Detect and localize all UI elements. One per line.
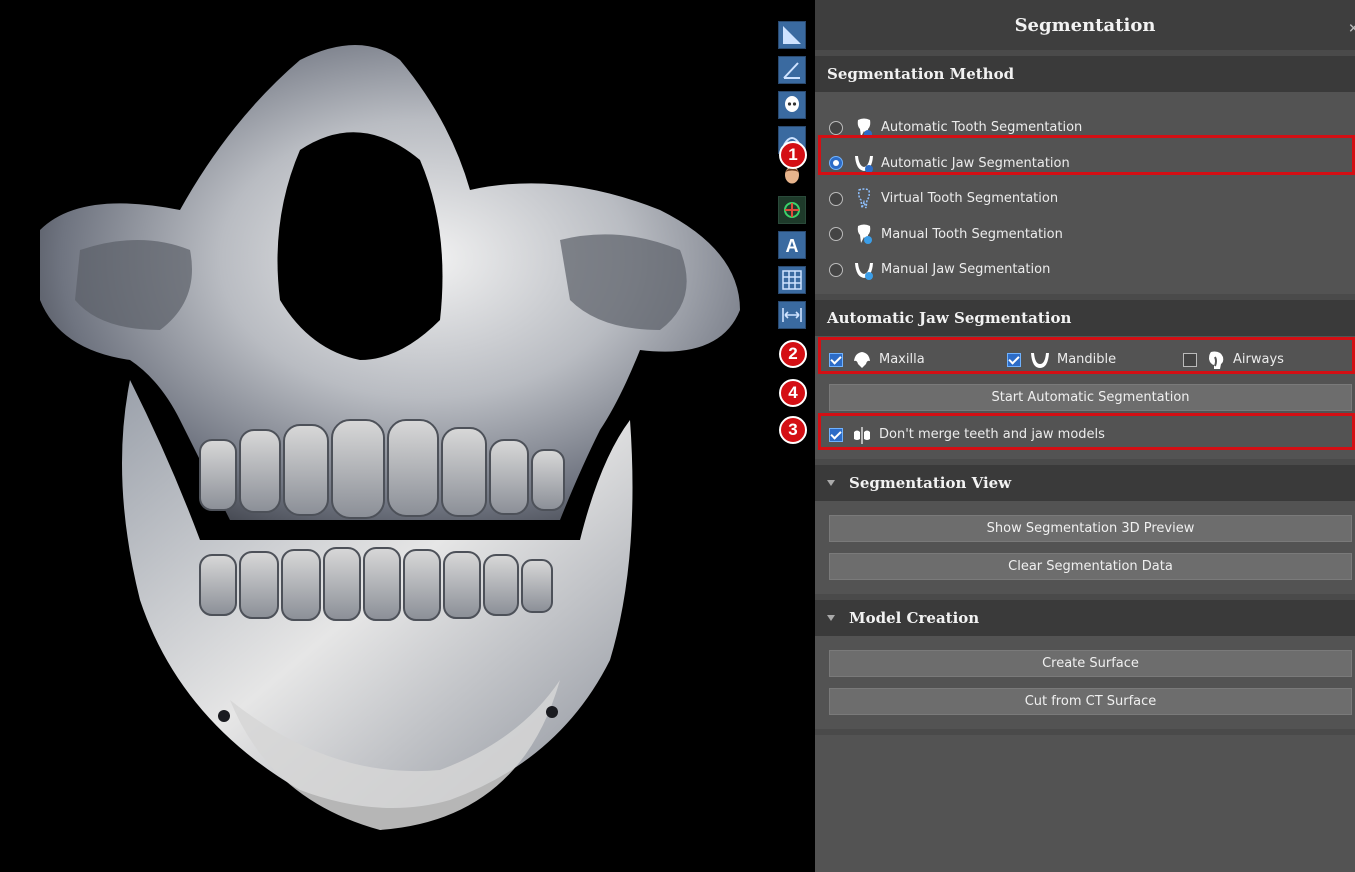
clear-segmentation-button[interactable]: Clear Segmentation Data bbox=[829, 552, 1352, 580]
segmentation-view-buttons: Show Segmentation 3D Preview Clear Segme… bbox=[815, 501, 1355, 594]
annotation-badge-1: 1 bbox=[779, 141, 807, 169]
segmentation-method-list: Automatic Tooth Segmentation Automatic J… bbox=[815, 92, 1355, 294]
skull-3d-render bbox=[40, 45, 740, 830]
divider bbox=[815, 728, 1355, 735]
automatic-jaw-title: Automatic Jaw Segmentation bbox=[815, 299, 1355, 336]
svg-text:A: A bbox=[786, 236, 799, 256]
model-creation-title[interactable]: Model Creation bbox=[815, 599, 1355, 636]
radio-button[interactable] bbox=[829, 227, 843, 242]
option-label: Virtual Tooth Segmentation bbox=[881, 191, 1059, 207]
distance-icon[interactable] bbox=[778, 301, 806, 329]
tooth-manual-icon bbox=[853, 223, 875, 245]
radio-button[interactable] bbox=[829, 191, 843, 206]
annotation-a-icon[interactable]: A bbox=[778, 231, 806, 259]
annotation-box-1 bbox=[818, 135, 1355, 175]
orientation-icon[interactable] bbox=[778, 196, 806, 224]
section-title-label: Automatic Jaw Segmentation bbox=[827, 308, 1072, 327]
model-creation-buttons: Create Surface Cut from CT Surface bbox=[815, 636, 1355, 729]
annotation-box-3 bbox=[818, 413, 1355, 450]
create-surface-button[interactable]: Create Surface bbox=[829, 649, 1352, 677]
viewport-triangle-icon[interactable] bbox=[778, 21, 806, 49]
option-manual-tooth[interactable]: Manual Tooth Segmentation bbox=[815, 217, 1355, 253]
grid-icon[interactable] bbox=[778, 266, 806, 294]
tooth-virtual-icon bbox=[853, 188, 875, 210]
collapse-triangle-icon[interactable] bbox=[827, 479, 835, 486]
segmentation-view-title[interactable]: Segmentation View bbox=[815, 464, 1355, 501]
option-label: Manual Jaw Segmentation bbox=[881, 262, 1051, 278]
section-title-label: Segmentation Method bbox=[827, 65, 1015, 83]
radio-button[interactable] bbox=[829, 120, 843, 135]
angle-measure-icon[interactable] bbox=[778, 56, 806, 84]
jaw-manual-icon bbox=[853, 259, 875, 281]
collapse-triangle-icon[interactable] bbox=[827, 614, 835, 621]
annotation-badge-4: 4 bbox=[779, 379, 807, 407]
annotation-badge-2: 2 bbox=[779, 340, 807, 368]
skull-icon[interactable] bbox=[778, 91, 806, 119]
show-3d-preview-button[interactable]: Show Segmentation 3D Preview bbox=[829, 514, 1352, 542]
close-icon[interactable]: × bbox=[1348, 22, 1355, 35]
panel-title: Segmentation bbox=[1014, 14, 1156, 36]
panel-header: Segmentation × bbox=[815, 0, 1355, 50]
option-label: Automatic Tooth Segmentation bbox=[881, 120, 1083, 136]
section-title-label: Model Creation bbox=[849, 608, 980, 627]
segmentation-method-title: Segmentation Method bbox=[815, 56, 1355, 92]
option-manual-jaw[interactable]: Manual Jaw Segmentation bbox=[815, 252, 1355, 288]
section-title-label: Segmentation View bbox=[849, 473, 1012, 492]
annotation-box-2 bbox=[818, 337, 1355, 374]
radio-button[interactable] bbox=[829, 262, 843, 277]
option-label: Manual Tooth Segmentation bbox=[881, 226, 1063, 242]
cut-from-ct-surface-button[interactable]: Cut from CT Surface bbox=[829, 687, 1352, 715]
option-virtual-tooth[interactable]: Virtual Tooth Segmentation bbox=[815, 181, 1355, 217]
start-automatic-segmentation-button[interactable]: Start Automatic Segmentation bbox=[829, 383, 1352, 411]
annotation-badge-3: 3 bbox=[779, 416, 807, 444]
3d-viewport[interactable] bbox=[0, 0, 775, 872]
